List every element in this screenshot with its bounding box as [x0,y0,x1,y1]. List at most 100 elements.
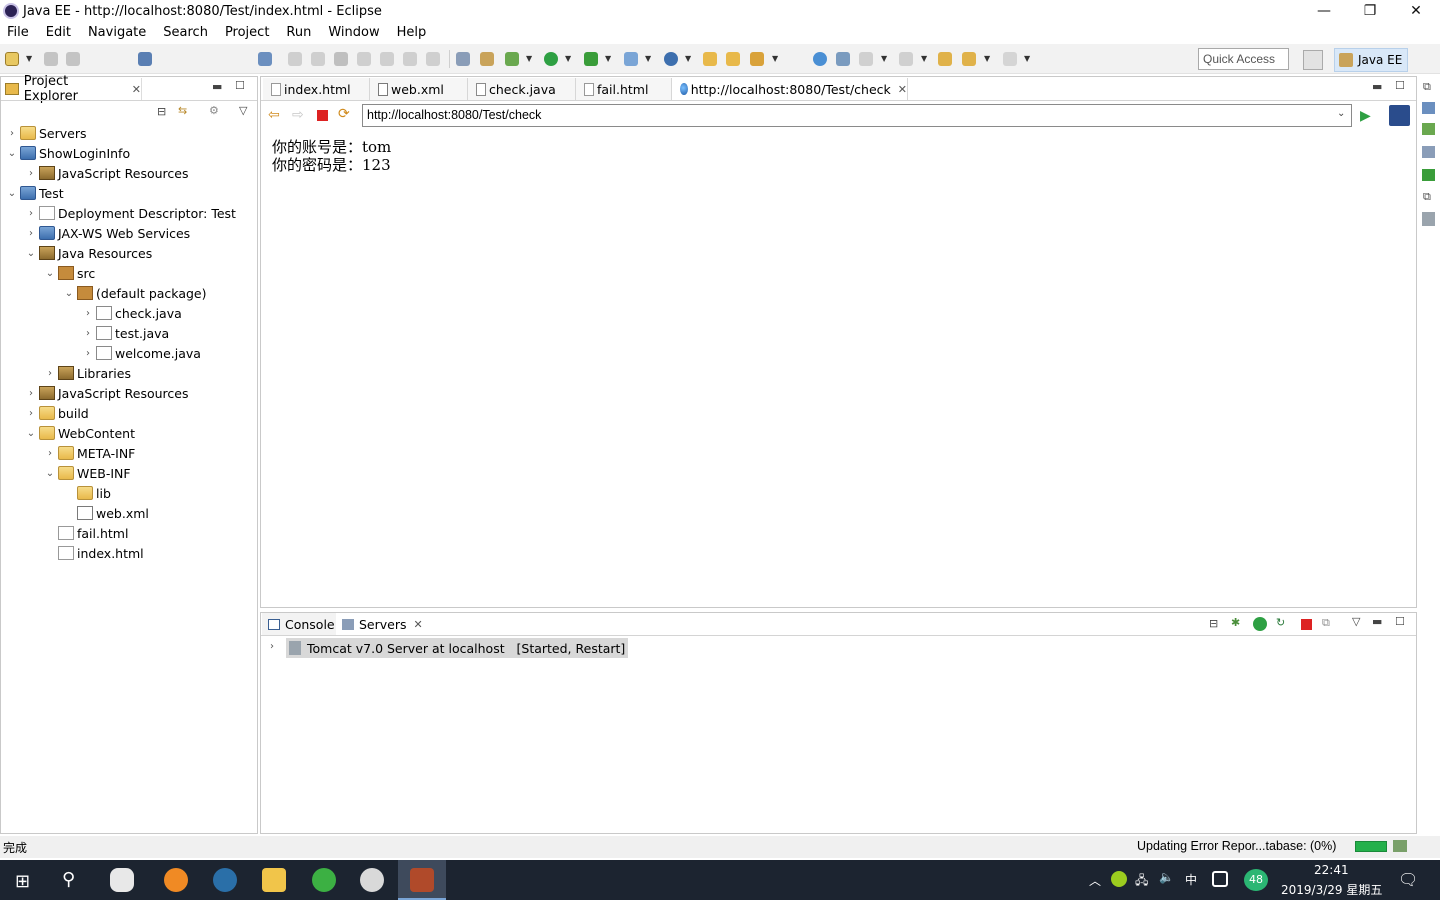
perspective-java-ee[interactable]: Java EE [1334,48,1408,72]
tree-item[interactable]: ⌄ (default package) [63,283,207,303]
collapsed-chevron-icon[interactable]: › [25,388,37,399]
collapsed-chevron-icon[interactable]: › [25,208,37,219]
tree-item[interactable]: ⌄ Java Resources [25,243,152,263]
step-over-icon[interactable] [403,52,417,66]
annotation-dropdown-icon[interactable]: ▼ [881,54,887,63]
expanded-chevron-icon[interactable]: ⌄ [63,288,75,299]
snippets-icon[interactable] [1422,169,1435,181]
maximize-view-icon[interactable]: ☐ [235,79,245,92]
browser-forward-icon[interactable]: ⇨ [292,107,304,123]
disconnect-icon[interactable] [357,52,371,66]
link-with-editor-icon[interactable]: ⇆ [178,104,187,117]
task-list-icon[interactable] [1422,212,1435,226]
qq-icon[interactable] [1212,871,1228,887]
clock-time[interactable]: 22:41 [1314,863,1349,877]
use-step-filters-icon[interactable] [480,52,494,66]
resume-icon[interactable] [288,52,302,66]
console-view-icon[interactable] [138,52,152,66]
tab-fail-html[interactable]: fail.html [576,78,672,100]
expanded-chevron-icon[interactable]: ⌄ [6,148,18,159]
last-edit-location-icon[interactable] [938,52,952,66]
menu-help[interactable]: Help [394,25,427,40]
browser-options-icon[interactable] [1389,105,1410,126]
tree-item[interactable]: ⌄ src [44,263,95,283]
server-dropdown-icon[interactable]: ▼ [645,54,651,63]
outline-icon[interactable] [1422,102,1435,114]
save-icon[interactable] [44,52,58,66]
windows-start-icon[interactable]: ⊞ [15,871,30,892]
view-menu-icon[interactable]: ▽ [239,104,247,117]
go-icon[interactable]: ▶ [1360,108,1371,124]
stop-server-icon[interactable] [1301,619,1312,630]
class-dropdown-icon[interactable]: ▼ [685,54,691,63]
file-explorer-icon[interactable] [262,868,286,892]
minimize-editor-icon[interactable]: ▬ [1372,80,1382,93]
expand-server-icon[interactable]: › [270,641,274,652]
volume-icon[interactable]: 🔈 [1159,870,1174,884]
maximize-panel-icon[interactable]: ☐ [1395,615,1405,628]
tree-item[interactable]: ⌄ ShowLoginInfo [6,143,130,163]
url-history-dropdown-icon[interactable]: ⌄ [1337,108,1345,119]
markers-icon[interactable] [1422,123,1435,135]
tree-item[interactable]: index.html [44,543,144,563]
debug-server-icon[interactable]: ✱ [1231,616,1240,629]
start-server-icon[interactable] [1253,617,1267,631]
app-icon-1[interactable] [110,868,134,892]
browser-icon[interactable] [312,868,336,892]
eclipse-taskbar-icon[interactable] [360,868,384,892]
profile-server-icon[interactable]: ↻ [1276,616,1285,629]
browser-url-input[interactable]: http://localhost:8080/Test/check [362,104,1352,127]
quick-access-input[interactable]: Quick Access [1198,48,1289,70]
suspend-icon[interactable] [311,52,325,66]
menu-navigate[interactable]: Navigate [85,25,146,40]
tree-item[interactable]: › welcome.java [82,343,201,363]
launch-ws-explorer-icon[interactable] [836,52,850,66]
tree-item[interactable]: › JavaScript Resources [25,383,188,403]
collapsed-chevron-icon[interactable]: › [25,408,37,419]
back-dropdown-icon[interactable]: ▼ [984,54,990,63]
tab-browser-check[interactable]: http://localhost:8080/Test/check ✕ [672,78,908,100]
tab-servers[interactable]: Servers ✕ [336,613,428,635]
collapsed-chevron-icon[interactable]: › [82,348,94,359]
steam-icon[interactable] [213,868,237,892]
browser-back-icon[interactable]: ⇦ [268,107,280,123]
external-dropdown-icon[interactable]: ▼ [605,54,611,63]
tree-item[interactable]: › JavaScript Resources [25,163,188,183]
tab-project-explorer[interactable]: Project Explorer ✕ [2,74,142,104]
close-tab-icon[interactable]: ✕ [132,83,141,96]
forward-icon[interactable] [1003,52,1017,66]
tree-item[interactable]: › META-INF [44,443,135,463]
collapsed-chevron-icon[interactable]: › [25,228,37,239]
open-task-icon[interactable] [726,52,740,66]
expanded-chevron-icon[interactable]: ⌄ [6,188,18,199]
tree-item[interactable]: › Libraries [44,363,131,383]
step-into-icon[interactable] [380,52,394,66]
close-tab-icon[interactable]: ✕ [898,83,907,96]
forward-dropdown-icon[interactable]: ▼ [1024,54,1030,63]
menu-project[interactable]: Project [222,25,269,40]
collapsed-chevron-icon[interactable]: › [6,128,18,139]
expanded-chevron-icon[interactable]: ⌄ [25,248,37,259]
properties-icon[interactable] [1422,146,1435,158]
save-all-icon[interactable] [66,52,80,66]
close-button[interactable]: ✕ [1393,0,1439,22]
prev-dropdown-icon[interactable]: ▼ [921,54,927,63]
collapse-all-icon[interactable]: ⊟ [157,105,166,118]
terminate-icon[interactable] [334,52,348,66]
tab-console[interactable]: Console [262,613,336,635]
restore-button[interactable]: ❐ [1347,0,1393,22]
publish-server-icon[interactable]: ⧉ [1322,616,1330,630]
run-dropdown-icon[interactable]: ▼ [565,54,571,63]
filter-icon[interactable]: ⚙ [209,104,219,117]
clock-date[interactable]: 2019/3/29 星期五 [1281,881,1382,898]
network-icon[interactable]: 🖧 [1135,871,1148,892]
collapsed-chevron-icon[interactable]: › [25,168,37,179]
debug-dropdown-icon[interactable]: ▼ [526,54,532,63]
annotation-next-icon[interactable] [859,52,873,66]
tree-item[interactable]: › Servers [6,123,87,143]
progress-view-icon[interactable] [1393,840,1407,852]
close-tab-icon[interactable]: ✕ [414,618,423,631]
active-app-tab[interactable] [398,860,446,900]
tree-item[interactable]: ⌄ Test [6,183,64,203]
minimize-button[interactable]: — [1301,0,1347,22]
